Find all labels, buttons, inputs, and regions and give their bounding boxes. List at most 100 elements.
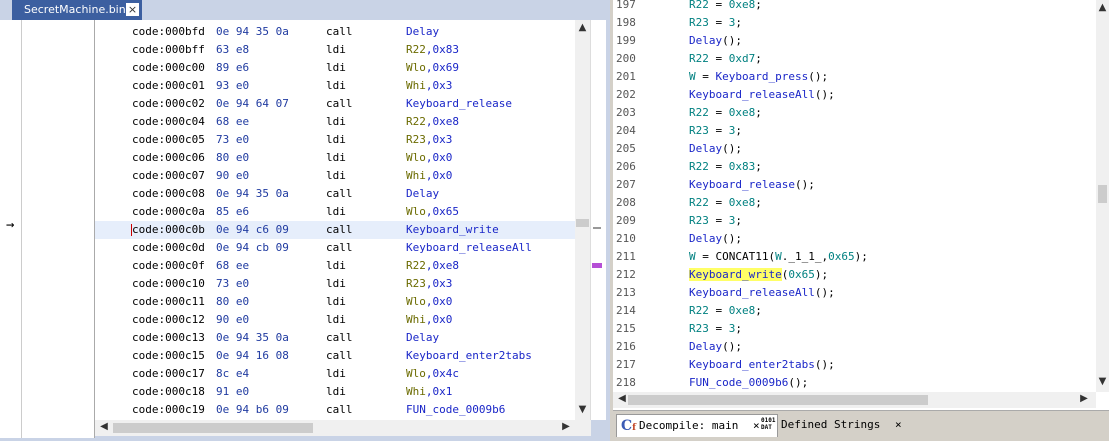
decompile-code[interactable]: R22 = 0xe8; [689, 0, 762, 14]
listing-row[interactable]: code:000c00 89 e6 ldi Wlo,0x69 [95, 59, 575, 77]
listing-row[interactable]: code:000c08 0e 94 35 0a call Delay [95, 185, 575, 203]
listing-row[interactable]: code:000c06 80 e0 ldi Wlo,0x0 [95, 149, 575, 167]
listing-row[interactable]: code:000c18 91 e0 ldi Whi,0x1 [95, 383, 575, 401]
decompile-horizontal-scrollbar[interactable]: ◀ ▶ [613, 392, 1096, 408]
hscroll-thumb[interactable] [113, 423, 313, 433]
listing-operand[interactable]: FUN_code_0009b6 [406, 401, 505, 419]
tab-secretmachine[interactable]: SecretMachine.bin × [12, 0, 142, 20]
decompile-code[interactable]: Delay(); [689, 338, 742, 356]
decompile-line[interactable]: 202 Keyboard_releaseAll(); [613, 86, 1096, 104]
decompile-line[interactable]: 201 W = Keyboard_press(); [613, 68, 1096, 86]
listing-operand[interactable]: Keyboard_releaseAll [406, 239, 532, 257]
decompile-line[interactable]: 206 R22 = 0x83; [613, 158, 1096, 176]
decompile-line[interactable]: 218 FUN_code_0009b6(); [613, 374, 1096, 392]
decompile-code[interactable]: Delay(); [689, 140, 742, 158]
listing-row[interactable]: code:000c0f 68 ee ldi R22,0xe8 [95, 257, 575, 275]
scroll-down-icon[interactable]: ▼ [575, 404, 590, 415]
listing-row[interactable]: code:000c15 0e 94 16 08 call Keyboard_enter… [95, 347, 575, 365]
decompile-code[interactable]: R23 = 3; [689, 14, 742, 32]
tab-defined-strings-close-icon[interactable]: × [895, 418, 902, 431]
listing-operand[interactable]: Wlo,0x0 [406, 293, 452, 311]
listing-row[interactable]: code:000bff 63 e8 ldi R22,0x83 [95, 41, 575, 59]
decompile-code[interactable]: Delay(); [689, 230, 742, 248]
decompile-line[interactable]: 199 Delay(); [613, 32, 1096, 50]
decompile-code[interactable]: Keyboard_releaseAll(); [689, 86, 835, 104]
decompile-code[interactable]: Keyboard_enter2tabs(); [689, 356, 835, 374]
decompile-code[interactable]: R22 = 0xe8; [689, 302, 762, 320]
decompile-code[interactable]: Keyboard_release(); [689, 176, 815, 194]
listing-vertical-scrollbar[interactable]: ▲ ▼ [575, 20, 590, 420]
listing-horizontal-scrollbar[interactable]: ◀ ▶ [95, 420, 591, 436]
decompile-code[interactable]: W = CONCAT11(W._1_1_,0x65); [689, 248, 868, 266]
listing-operand[interactable]: Keyboard_write [406, 221, 499, 239]
listing-operand[interactable]: Wlo,0x4c [406, 365, 459, 383]
listing-operand[interactable]: Wlo,0x65 [406, 203, 459, 221]
listing-row[interactable]: code:000c10 73 e0 ldi R23,0x3 [95, 275, 575, 293]
listing-operand[interactable]: Keyboard_release [406, 95, 512, 113]
listing-operand[interactable]: Keyboard_enter2tabs [406, 347, 532, 365]
tab-close-icon[interactable]: × [126, 3, 139, 16]
listing-operand[interactable]: Whi,0x1 [406, 383, 452, 401]
listing-operand[interactable]: R22,0xe8 [406, 257, 459, 275]
decompile-line[interactable]: 210 Delay(); [613, 230, 1096, 248]
decompile-code[interactable]: W = Keyboard_press(); [689, 68, 828, 86]
decompile-line[interactable]: 205 Delay(); [613, 140, 1096, 158]
listing-overview-bar[interactable] [590, 20, 606, 420]
listing-row[interactable]: code:000c04 68 ee ldi R22,0xe8 [95, 113, 575, 131]
decompile-line[interactable]: 200 R22 = 0xd7; [613, 50, 1096, 68]
listing-panel[interactable]: code:000bfd 0e 94 35 0a call Delay code:000b… [95, 20, 575, 420]
decompile-code[interactable]: R23 = 3; [689, 122, 742, 140]
listing-operand[interactable]: Delay [406, 329, 439, 347]
listing-operand[interactable]: R23,0x3 [406, 275, 452, 293]
scroll-thumb[interactable] [1098, 185, 1107, 203]
decompile-code[interactable]: R22 = 0xe8; [689, 194, 762, 212]
scroll-left-icon[interactable]: ◀ [616, 393, 628, 404]
decompile-code[interactable]: R22 = 0x83; [689, 158, 762, 176]
listing-row[interactable]: code:000c11 80 e0 ldi Wlo,0x0 [95, 293, 575, 311]
listing-operand[interactable]: Whi,0x0 [406, 167, 452, 185]
scroll-left-icon[interactable]: ◀ [98, 421, 110, 432]
decompile-code[interactable]: Keyboard_releaseAll(); [689, 284, 835, 302]
decompile-code[interactable]: Keyboard_write(0x65); [689, 266, 828, 284]
listing-row[interactable]: code:000c19 0e 94 b6 09 call FUN_code_0009b… [95, 401, 575, 419]
scroll-up-icon[interactable]: ▲ [575, 22, 590, 33]
listing-row[interactable]: code:000c01 93 e0 ldi Whi,0x3 [95, 77, 575, 95]
decompile-line[interactable]: 209 R23 = 3; [613, 212, 1096, 230]
listing-operand[interactable]: Whi,0x0 [406, 311, 452, 329]
scroll-thumb[interactable] [576, 219, 589, 227]
scroll-right-icon[interactable]: ▶ [560, 421, 572, 432]
listing-operand[interactable]: R22,0x83 [406, 41, 459, 59]
decompile-code[interactable]: R22 = 0xe8; [689, 104, 762, 122]
listing-row[interactable]: code:000bfd 0e 94 35 0a call Delay [95, 23, 575, 41]
listing-row[interactable]: code:000c13 0e 94 35 0a call Delay [95, 329, 575, 347]
listing-row[interactable]: code:000c12 90 e0 ldi Whi,0x0 [95, 311, 575, 329]
decompile-line[interactable]: 198 R23 = 3; [613, 14, 1096, 32]
scroll-right-icon[interactable]: ▶ [1078, 393, 1090, 404]
listing-operand[interactable]: Delay [406, 185, 439, 203]
listing-operand[interactable]: R22,0xe8 [406, 113, 459, 131]
listing-row[interactable]: code:000c17 8c e4 ldi Wlo,0x4c [95, 365, 575, 383]
decompile-line[interactable]: 211 W = CONCAT11(W._1_1_,0x65); [613, 248, 1096, 266]
scroll-down-icon[interactable]: ▼ [1096, 376, 1109, 387]
listing-row[interactable]: code:000c02 0e 94 64 07 call Keyboard_relea… [95, 95, 575, 113]
decompile-line[interactable]: 204 R23 = 3; [613, 122, 1096, 140]
listing-row[interactable]: code:000c0d 0e 94 cb 09 call Keyboard_relea… [95, 239, 575, 257]
decompile-code[interactable]: Delay(); [689, 32, 742, 50]
listing-row[interactable]: code:000c0b 0e 94 c6 09 call Keyboard_write [95, 221, 575, 239]
decompile-line[interactable]: 208 R22 = 0xe8; [613, 194, 1096, 212]
decompile-line[interactable]: 203 R22 = 0xe8; [613, 104, 1096, 122]
decompile-line[interactable]: 214 R22 = 0xe8; [613, 302, 1096, 320]
listing-operand[interactable]: R23,0x3 [406, 131, 452, 149]
decompile-code[interactable]: R23 = 3; [689, 320, 742, 338]
decompile-line[interactable]: 207 Keyboard_release(); [613, 176, 1096, 194]
listing-operand[interactable]: Wlo,0x0 [406, 149, 452, 167]
tab-decompile[interactable]: Cf Decompile: main × [616, 414, 778, 437]
decompile-line[interactable]: 212 Keyboard_write(0x65); [613, 266, 1096, 284]
decompile-line[interactable]: 197 R22 = 0xe8; [613, 0, 1096, 14]
tab-defined-strings[interactable]: 0101 DAT Defined Strings × [759, 414, 921, 436]
listing-operand[interactable]: Wlo,0x69 [406, 59, 459, 77]
decompile-code[interactable]: R23 = 3; [689, 212, 742, 230]
decompile-line[interactable]: 216 Delay(); [613, 338, 1096, 356]
listing-operand[interactable]: Delay [406, 23, 439, 41]
hscroll-thumb[interactable] [628, 395, 928, 405]
